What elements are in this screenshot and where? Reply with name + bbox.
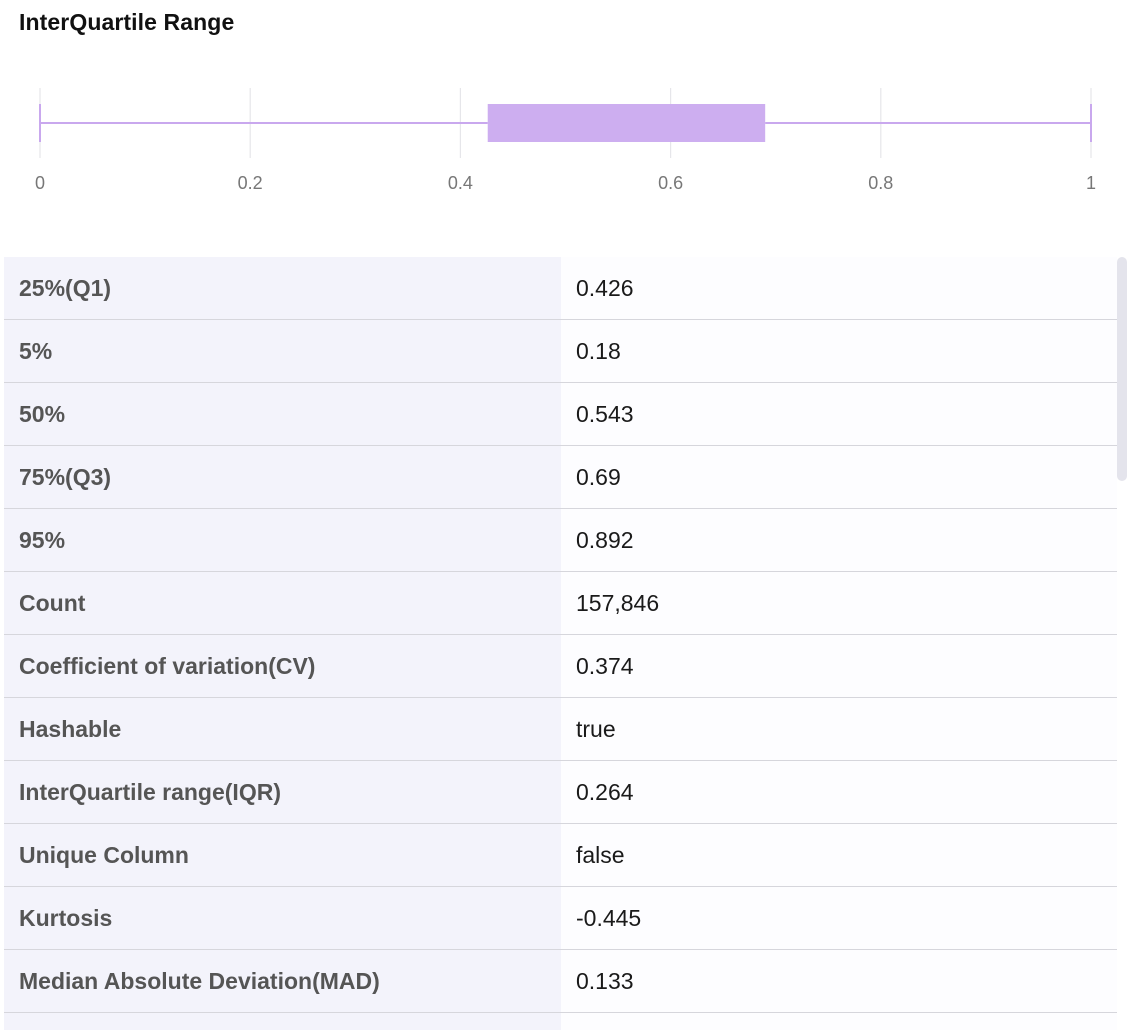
- x-tick-label: 0: [35, 173, 45, 193]
- stat-value: 0.69: [561, 445, 1117, 509]
- x-tick-label: 0.2: [238, 173, 263, 193]
- x-tick-label: 1: [1086, 173, 1096, 193]
- stats-row: Kurtosis -0.445: [4, 886, 1117, 950]
- stat-label: 5%: [4, 319, 561, 383]
- stat-value: false: [561, 823, 1117, 887]
- stats-row: Hashable true: [4, 697, 1117, 761]
- iqr-box: [487, 104, 766, 142]
- stat-label: 95%: [4, 508, 561, 572]
- stat-value: 0.374: [561, 634, 1117, 698]
- iqr-boxplot: 0 0.2 0.4 0.6 0.8 1: [0, 60, 1136, 220]
- stat-label: InterQuartile range(IQR): [4, 760, 561, 824]
- stat-value: -0.445: [561, 886, 1117, 950]
- stat-label: Hashable: [4, 697, 561, 761]
- stat-value: true: [561, 697, 1117, 761]
- stats-table-body: 25%(Q1) 0.426 5% 0.18 50% 0.543 75%(Q3) 0.69 95%…: [4, 257, 1117, 1030]
- stat-label: Unique Column: [4, 823, 561, 887]
- stat-label: Coefficient of variation(CV): [4, 634, 561, 698]
- stats-row: 50% 0.543: [4, 382, 1117, 446]
- stats-row: InterQuartile range(IQR) 0.264: [4, 760, 1117, 824]
- stat-value: 0.892: [561, 508, 1117, 572]
- stat-value: 0.426: [561, 257, 1117, 320]
- x-tick-label: 0.4: [448, 173, 473, 193]
- x-tick-label: 0.6: [658, 173, 683, 193]
- stat-value: 0.543: [561, 382, 1117, 446]
- stats-scrollbar[interactable]: [1117, 257, 1127, 1030]
- stats-table: 25%(Q1) 0.426 5% 0.18 50% 0.543 75%(Q3) 0.69 95%…: [4, 257, 1117, 1030]
- stat-value: [561, 1012, 1117, 1030]
- stat-label: [4, 1012, 561, 1030]
- stats-row: 75%(Q3) 0.69: [4, 445, 1117, 509]
- stats-row: 95% 0.892: [4, 508, 1117, 572]
- boxplot-svg: 0 0.2 0.4 0.6 0.8 1: [35, 88, 1096, 193]
- stats-row: 5% 0.18: [4, 319, 1117, 383]
- stat-label: 25%(Q1): [4, 257, 561, 320]
- stat-value: 0.18: [561, 319, 1117, 383]
- stats-row: Coefficient of variation(CV) 0.374: [4, 634, 1117, 698]
- stats-table-container: 25%(Q1) 0.426 5% 0.18 50% 0.543 75%(Q3) 0.69 95%…: [4, 257, 1130, 1030]
- stats-row: [4, 1012, 1117, 1030]
- x-tick-label: 0.8: [868, 173, 893, 193]
- stat-value: 157,846: [561, 571, 1117, 635]
- stats-row: Unique Column false: [4, 823, 1117, 887]
- stat-value: 0.264: [561, 760, 1117, 824]
- stat-label: Kurtosis: [4, 886, 561, 950]
- stat-label: Count: [4, 571, 561, 635]
- stats-scrollbar-thumb[interactable]: [1117, 257, 1127, 481]
- stat-label: 75%(Q3): [4, 445, 561, 509]
- section-title: InterQuartile Range: [19, 9, 235, 35]
- stats-row: Median Absolute Deviation(MAD) 0.133: [4, 949, 1117, 1013]
- stat-label: 50%: [4, 382, 561, 446]
- stats-row: 25%(Q1) 0.426: [4, 257, 1117, 320]
- iqr-panel: InterQuartile Range 0 0.2 0.4 0.6 0.8 1 25%(Q…: [0, 0, 1136, 1030]
- stats-row: Count 157,846: [4, 571, 1117, 635]
- stat-value: 0.133: [561, 949, 1117, 1013]
- stat-label: Median Absolute Deviation(MAD): [4, 949, 561, 1013]
